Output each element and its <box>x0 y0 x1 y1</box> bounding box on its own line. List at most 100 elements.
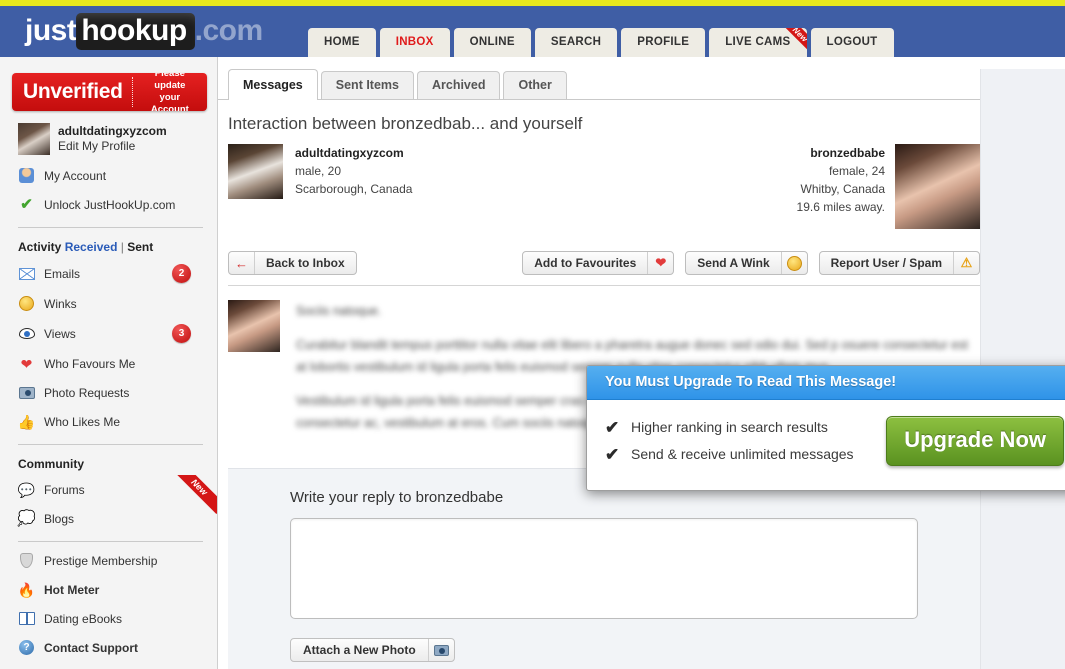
edit-profile-link[interactable]: Edit My Profile <box>58 139 167 154</box>
main-content: Messages Sent Items Archived Other Inter… <box>218 57 1065 669</box>
activity-sent-link[interactable]: Sent <box>127 240 153 254</box>
logo-part-hookup: hookup <box>76 13 195 50</box>
avatar[interactable] <box>895 144 980 229</box>
forum-icon: 💬 <box>17 481 36 498</box>
nav-item-profile[interactable]: PROFILE <box>621 28 706 57</box>
activity-received-link[interactable]: Received <box>65 240 118 254</box>
nav-item-logout[interactable]: LOGOUT <box>810 28 894 57</box>
tab-messages[interactable]: Messages <box>228 69 318 100</box>
participant-location: Scarborough, Canada <box>295 182 413 196</box>
back-to-inbox-button[interactable]: ← Back to Inbox <box>228 251 357 275</box>
unverified-banner[interactable]: Unverified Please update your Account <box>12 73 207 111</box>
modal-benefits-list: ✔ Higher ranking in search results ✔ Sen… <box>605 414 886 468</box>
logo-part-domain: .com <box>194 14 264 47</box>
tab-label: Sent Items <box>335 78 399 92</box>
avatar[interactable] <box>228 144 283 199</box>
book-icon <box>18 610 35 627</box>
message-line: Sociis natoque. <box>296 304 382 318</box>
sidebar-item-photo-requests[interactable]: Photo Requests <box>0 378 217 407</box>
site-logo[interactable]: just hookup .com <box>25 13 264 50</box>
report-user-spam-button[interactable]: Report User / Spam ⚠ <box>818 251 980 275</box>
divider <box>18 541 203 542</box>
sidebar-item-hot-meter[interactable]: 🔥 Hot Meter <box>0 575 217 604</box>
tab-label: Other <box>518 78 552 92</box>
heart-icon: ❤ <box>20 355 33 372</box>
main-navigation: HOME INBOX ONLINE SEARCH PROFILE LIVE CA… <box>308 28 898 57</box>
check-icon: ✔ <box>605 445 620 464</box>
participant-distance: 19.6 miles away. <box>796 200 885 214</box>
account-link[interactable]: Account <box>151 104 189 111</box>
nav-item-search[interactable]: SEARCH <box>534 28 618 57</box>
sidebar-item-dating-ebooks[interactable]: Dating eBooks <box>0 604 217 633</box>
site-header: just hookup .com HOME INBOX ONLINE SEARCH … <box>0 6 1065 57</box>
upgrade-now-button[interactable]: Upgrade Now <box>886 416 1064 466</box>
warning-icon: ⚠ <box>953 252 979 274</box>
thumbs-up-icon: 👍 <box>17 413 36 430</box>
activity-title: Activity <box>18 240 62 254</box>
sidebar-item-who-likes-me[interactable]: 👍 Who Likes Me <box>0 407 217 436</box>
reply-input[interactable] <box>290 518 918 619</box>
camera-icon <box>427 639 454 661</box>
button-label: Report User / Spam <box>830 256 942 270</box>
person-icon <box>18 167 35 184</box>
sidebar-item-xxx-feeds[interactable]: XXX Feeds <box>0 662 217 669</box>
sidebar-item-my-account[interactable]: My Account <box>0 161 217 190</box>
add-to-favourites-button[interactable]: Add to Favourites ❤ <box>522 251 675 275</box>
sidebar-item-prestige-membership[interactable]: Prestige Membership <box>0 546 217 575</box>
nav-item-inbox[interactable]: INBOX <box>379 28 450 57</box>
camera-icon <box>18 384 35 401</box>
avatar <box>228 300 280 352</box>
unverified-note-line2-pre: your <box>159 92 181 103</box>
tab-archived[interactable]: Archived <box>416 71 501 99</box>
sidebar-item-forums[interactable]: 💬 Forums New <box>0 475 217 515</box>
nav-label: PROFILE <box>637 36 690 48</box>
reply-section: Write your reply to bronzedbabe Attach a… <box>228 468 980 669</box>
sidebar-item-who-favours-me[interactable]: ❤ Who Favours Me <box>0 349 217 378</box>
sidebar-item-label: Blogs <box>44 511 75 526</box>
nav-item-online[interactable]: ONLINE <box>453 28 531 57</box>
sidebar-item-label: Emails <box>44 266 81 281</box>
sidebar-item-label: Photo Requests <box>44 385 130 400</box>
nav-item-home[interactable]: HOME <box>308 28 376 57</box>
upgrade-modal: You Must Upgrade To Read This Message! ✔… <box>586 365 1065 491</box>
thread-action-bar: ← Back to Inbox Add to Favourites ❤ Send… <box>228 251 980 286</box>
sidebar-item-winks[interactable]: Winks <box>0 289 217 318</box>
participant-gender-age: female, 24 <box>828 164 885 178</box>
nav-label: ONLINE <box>469 36 515 48</box>
sidebar-item-blogs[interactable]: 💭 Blogs <box>0 504 217 533</box>
attach-new-photo-button[interactable]: Attach a New Photo <box>290 638 455 662</box>
inbox-tabs: Messages Sent Items Archived Other <box>218 69 980 100</box>
sidebar-item-label: Dating eBooks <box>44 611 123 626</box>
reply-label: Write your reply to bronzedbabe <box>290 489 504 506</box>
sidebar-item-label: Winks <box>44 296 77 311</box>
divider <box>18 444 203 445</box>
benefit-label: Send & receive unlimited messages <box>631 446 854 462</box>
separator: | <box>120 240 124 254</box>
page-title: Interaction between bronzedbab... and yo… <box>228 114 583 133</box>
sidebar-item-emails[interactable]: Emails 2 <box>0 258 217 289</box>
sidebar-item-label: Views <box>44 326 76 341</box>
unverified-note: Please update your Account <box>133 73 207 111</box>
eye-icon <box>18 325 35 342</box>
participant-other: bronzedbabe female, 24 Whitby, Canada 19… <box>797 144 980 229</box>
tab-label: Archived <box>431 78 486 92</box>
unverified-status-label: Unverified <box>23 80 123 103</box>
help-icon: ? <box>18 639 35 656</box>
check-icon: ✔ <box>605 418 620 437</box>
tab-other[interactable]: Other <box>503 71 567 99</box>
sidebar-item-views[interactable]: Views 3 <box>0 318 217 349</box>
tab-sent-items[interactable]: Sent Items <box>320 71 414 99</box>
sidebar-item-label: Hot Meter <box>44 582 100 597</box>
sidebar-item-contact-support[interactable]: ? Contact Support <box>0 633 217 662</box>
sidebar-item-unlock[interactable]: ✔ Unlock JustHookUp.com <box>0 190 217 219</box>
send-a-wink-button[interactable]: Send A Wink <box>685 251 808 275</box>
activity-heading: Activity Received | Sent <box>0 232 217 258</box>
nav-item-live-cams[interactable]: LIVE CAMS New <box>709 28 807 57</box>
list-item: ✔ Send & receive unlimited messages <box>605 441 886 468</box>
thread-header: Interaction between bronzedbab... and yo… <box>218 100 1065 229</box>
attach-row: Attach a New Photo <box>290 638 918 662</box>
mail-icon <box>18 265 35 282</box>
heart-icon: ❤ <box>647 252 673 274</box>
check-icon: ✔ <box>20 196 33 213</box>
participant-location: Whitby, Canada <box>800 182 886 196</box>
